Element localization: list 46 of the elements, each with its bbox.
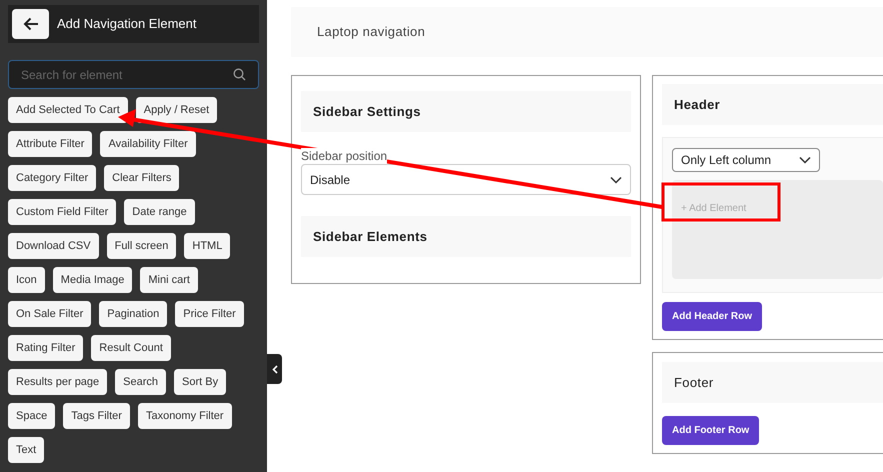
select-field[interactable]: Disable: [301, 164, 631, 195]
element-chip[interactable]: Tags Filter: [63, 403, 130, 429]
search-input[interactable]: Search for element: [21, 66, 211, 84]
element-chip[interactable]: Apply / Reset: [136, 97, 218, 123]
element-chip[interactable]: Availability Filter: [100, 131, 196, 157]
element-chip[interactable]: Icon: [8, 267, 45, 293]
element-chip[interactable]: Download CSV: [8, 233, 99, 259]
section-title: Sidebar Elements: [313, 228, 428, 246]
element-chip[interactable]: Media Image: [52, 267, 132, 293]
back-arrow-icon: [22, 17, 38, 31]
panel-title: Add Navigation Element: [57, 15, 196, 34]
element-chip[interactable]: Attribute Filter: [8, 131, 92, 157]
page-title: Laptop navigation: [317, 23, 426, 42]
element-chip[interactable]: Results per page: [8, 369, 108, 395]
element-chip[interactable]: Rating Filter: [8, 335, 84, 361]
search-icon: [233, 68, 246, 81]
collapse-tab[interactable]: [267, 354, 282, 384]
field-label: Sidebar position: [301, 148, 388, 164]
add-row-button[interactable]: Add Header Row: [662, 302, 762, 331]
element-chip[interactable]: Sort By: [174, 369, 226, 395]
element-chip[interactable]: Taxonomy Filter: [138, 403, 232, 429]
chevron-left-icon: [272, 364, 278, 374]
element-chip[interactable]: Clear Filters: [104, 165, 180, 191]
section-title: Header: [674, 96, 720, 114]
element-chip[interactable]: Add Selected To Cart: [8, 97, 128, 123]
element-chip[interactable]: Full screen: [106, 233, 176, 259]
element-chip[interactable]: On Sale Filter: [8, 301, 92, 327]
section-title: Sidebar Settings: [313, 102, 421, 121]
element-chip[interactable]: Search: [115, 369, 166, 395]
add-row-button[interactable]: Add Footer Row: [662, 416, 760, 445]
element-chip[interactable]: Result Count: [91, 335, 171, 361]
element-chip[interactable]: Space: [8, 403, 56, 429]
element-chip[interactable]: Date range: [124, 199, 195, 225]
element-chip[interactable]: HTML: [184, 233, 230, 259]
chevron-down-icon: [799, 156, 811, 164]
chevron-down-icon: [610, 176, 622, 184]
element-chip[interactable]: Category Filter: [8, 165, 96, 191]
element-chip[interactable]: Pagination: [99, 301, 168, 327]
back-button[interactable]: [12, 9, 49, 39]
search-field[interactable]: Search for element: [8, 60, 259, 89]
element-chip[interactable]: Custom Field Filter: [8, 199, 116, 225]
element-chip[interactable]: Mini cart: [140, 267, 198, 293]
section-title: Footer: [674, 374, 714, 392]
element-chip[interactable]: Text: [8, 437, 44, 463]
element-chip[interactable]: Price Filter: [175, 301, 244, 327]
select-field[interactable]: Only Left column: [672, 148, 820, 172]
